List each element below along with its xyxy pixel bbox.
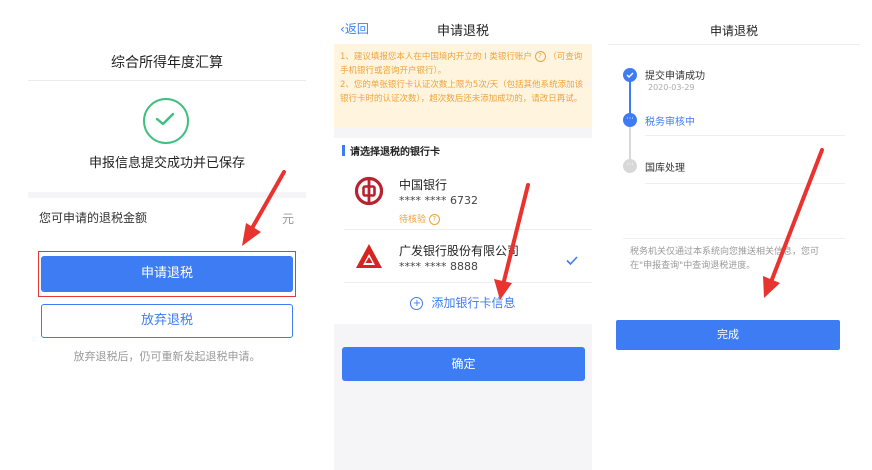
nav-bar: ‹返回 申请退税 <box>334 0 592 44</box>
divider <box>344 282 592 283</box>
check-circle-icon <box>143 98 189 144</box>
notice-line1a: 1、建议填报您本人在中国境内开立的 I 类银行账户 <box>340 52 532 62</box>
section-header: 请选择退税的银行卡 <box>334 138 592 162</box>
status-label: 待核验 <box>399 215 427 225</box>
section-accent-bar <box>342 145 345 156</box>
step-pending-icon: ··· <box>623 159 637 173</box>
checkmark-icon <box>566 250 578 269</box>
boc-logo-icon <box>354 176 384 210</box>
refund-progress-panel: 申请退税 ··· ··· 提交申请成功 2020-03-29 税务审核中 国库处… <box>608 0 860 470</box>
add-card-label: 添加银行卡信息 <box>431 296 516 310</box>
question-icon[interactable]: ? <box>534 51 546 62</box>
annual-summary-panel: 综合所得年度汇算 申报信息提交成功并已保存 您可申请的退税金额 元 申请退税 放… <box>28 0 306 470</box>
step-active-icon: ··· <box>623 113 637 127</box>
card-number: **** **** 8888 <box>399 260 478 273</box>
confirm-button[interactable]: 确定 <box>342 347 585 381</box>
divider <box>28 80 306 81</box>
step-done-icon <box>623 68 637 82</box>
notice-line2: 2、您的单张银行卡认证次数上限为5次/天（包括其他系统添加该银行卡时的认证次数）… <box>340 80 584 104</box>
success-message: 申报信息提交成功并已保存 <box>88 156 245 171</box>
apply-refund-button[interactable]: 申请退税 <box>41 256 293 292</box>
divider <box>608 44 860 45</box>
bank-card-boc[interactable]: 中国银行 **** **** 6732 待核验 ? <box>334 170 592 226</box>
bank-name: 中国银行 <box>399 178 448 192</box>
plus-circle-icon: + <box>410 297 424 310</box>
step-label: 提交申请成功 <box>645 71 705 82</box>
refund-amount-label: 您可申请的退税金额 <box>39 211 148 225</box>
question-icon: ? <box>428 214 440 225</box>
info-text: 税务机关仅通过本系统向您推送相关信息，您可在"申报查询"中查询退税进度。 <box>630 247 820 271</box>
step-date: 2020-03-29 <box>648 83 695 92</box>
divider <box>623 238 845 239</box>
notice-banner: 1、建议填报您本人在中国境内开立的 I 类银行账户 ? （可查询手机银行或咨询开… <box>334 44 592 128</box>
add-bank-card-button[interactable]: + 添加银行卡信息 <box>334 294 592 311</box>
choose-bank-card-panel: ‹返回 申请退税 1、建议填报您本人在中国境内开立的 I 类银行账户 ? （可查… <box>334 0 592 470</box>
card-number: **** **** 6732 <box>399 194 478 207</box>
bank-card-cgb[interactable]: 广发银行股份有限公司 **** **** 8888 <box>334 236 592 292</box>
give-up-refund-button[interactable]: 放弃退税 <box>41 304 293 338</box>
divider <box>645 135 845 136</box>
section-title: 请选择退税的银行卡 <box>350 147 440 158</box>
currency-unit: 元 <box>281 212 294 226</box>
divider <box>344 229 592 230</box>
divider <box>645 183 845 184</box>
refund-amount-row: 您可申请的退税金额 元 <box>28 198 306 238</box>
verification-status[interactable]: 待核验 ? <box>399 212 440 225</box>
done-button[interactable]: 完成 <box>616 320 840 350</box>
step-label: 国库处理 <box>645 163 685 174</box>
bank-card-list: 中国银行 **** **** 6732 待核验 ? 广发银行股份有限公司 ***… <box>334 162 592 324</box>
step-label: 税务审核中 <box>645 117 695 128</box>
page-title: 申请退税 <box>436 24 489 39</box>
bank-name: 广发银行股份有限公司 <box>399 244 520 258</box>
page-title: 综合所得年度汇算 <box>111 55 223 71</box>
give-up-note: 放弃退税后，仍可重新发起退税申请。 <box>73 350 261 363</box>
cgb-logo-icon <box>354 242 384 276</box>
page-title: 申请退税 <box>709 24 758 38</box>
